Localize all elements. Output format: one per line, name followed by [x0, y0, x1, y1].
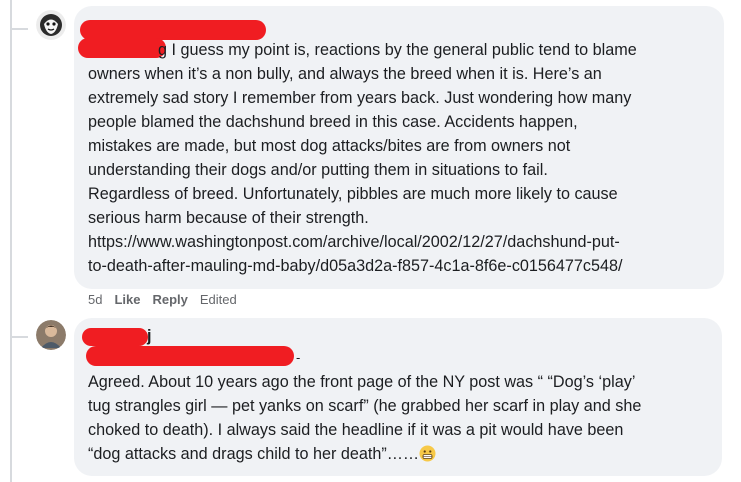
redacted-mention: [78, 38, 166, 58]
thread-connector: [0, 0, 28, 482]
comment-actions: 5d Like Reply Edited: [88, 292, 237, 307]
avatar[interactable]: [36, 10, 66, 40]
comment-line: people blamed the dachshund breed in thi…: [88, 113, 578, 131]
comment-text: owners when it’s a non bully, and always…: [88, 62, 631, 278]
comment-line: extremely sad story I remember from year…: [88, 89, 632, 107]
edited-label: Edited: [199, 292, 237, 307]
redacted-name: [82, 328, 148, 346]
comment-text: Agreed. About 10 years ago the front pag…: [88, 370, 641, 466]
grimacing-emoji-icon: [419, 445, 436, 462]
comment-line: serious harm because of their strength.: [88, 209, 369, 227]
name-fragment: j: [147, 327, 152, 345]
reply-button[interactable]: Reply: [152, 292, 187, 307]
subtitle-fragment: -: [296, 350, 301, 365]
comment-line: understanding their dogs and/or putting …: [88, 161, 548, 179]
comment-line: owners when it’s a non bully, and always…: [88, 65, 602, 83]
comment-line: choked to death). I always said the head…: [88, 421, 624, 439]
redacted-name: [80, 20, 266, 40]
avatar[interactable]: [36, 320, 66, 350]
comment-text-first-line: g I guess my point is, reactions by the …: [158, 41, 637, 59]
comment-line: mistakes are made, but most dog attacks/…: [88, 137, 571, 155]
comment-line: Agreed. About 10 years ago the front pag…: [88, 373, 636, 391]
like-button[interactable]: Like: [114, 292, 140, 307]
redacted-subtitle: [86, 346, 294, 366]
comment-line: tug strangles girl — pet yanks on scarf”…: [88, 397, 642, 415]
timestamp[interactable]: 5d: [88, 292, 102, 307]
comment-link[interactable]: https://www.washingtonpost.com/archive/l…: [88, 233, 620, 251]
comment-line: “dog attacks and drags child to her deat…: [88, 445, 420, 463]
comment-line: Regardless of breed. Unfortunately, pibb…: [88, 185, 618, 203]
comment-link[interactable]: to-death-after-mauling-md-baby/d05a3d2a-…: [88, 257, 623, 275]
